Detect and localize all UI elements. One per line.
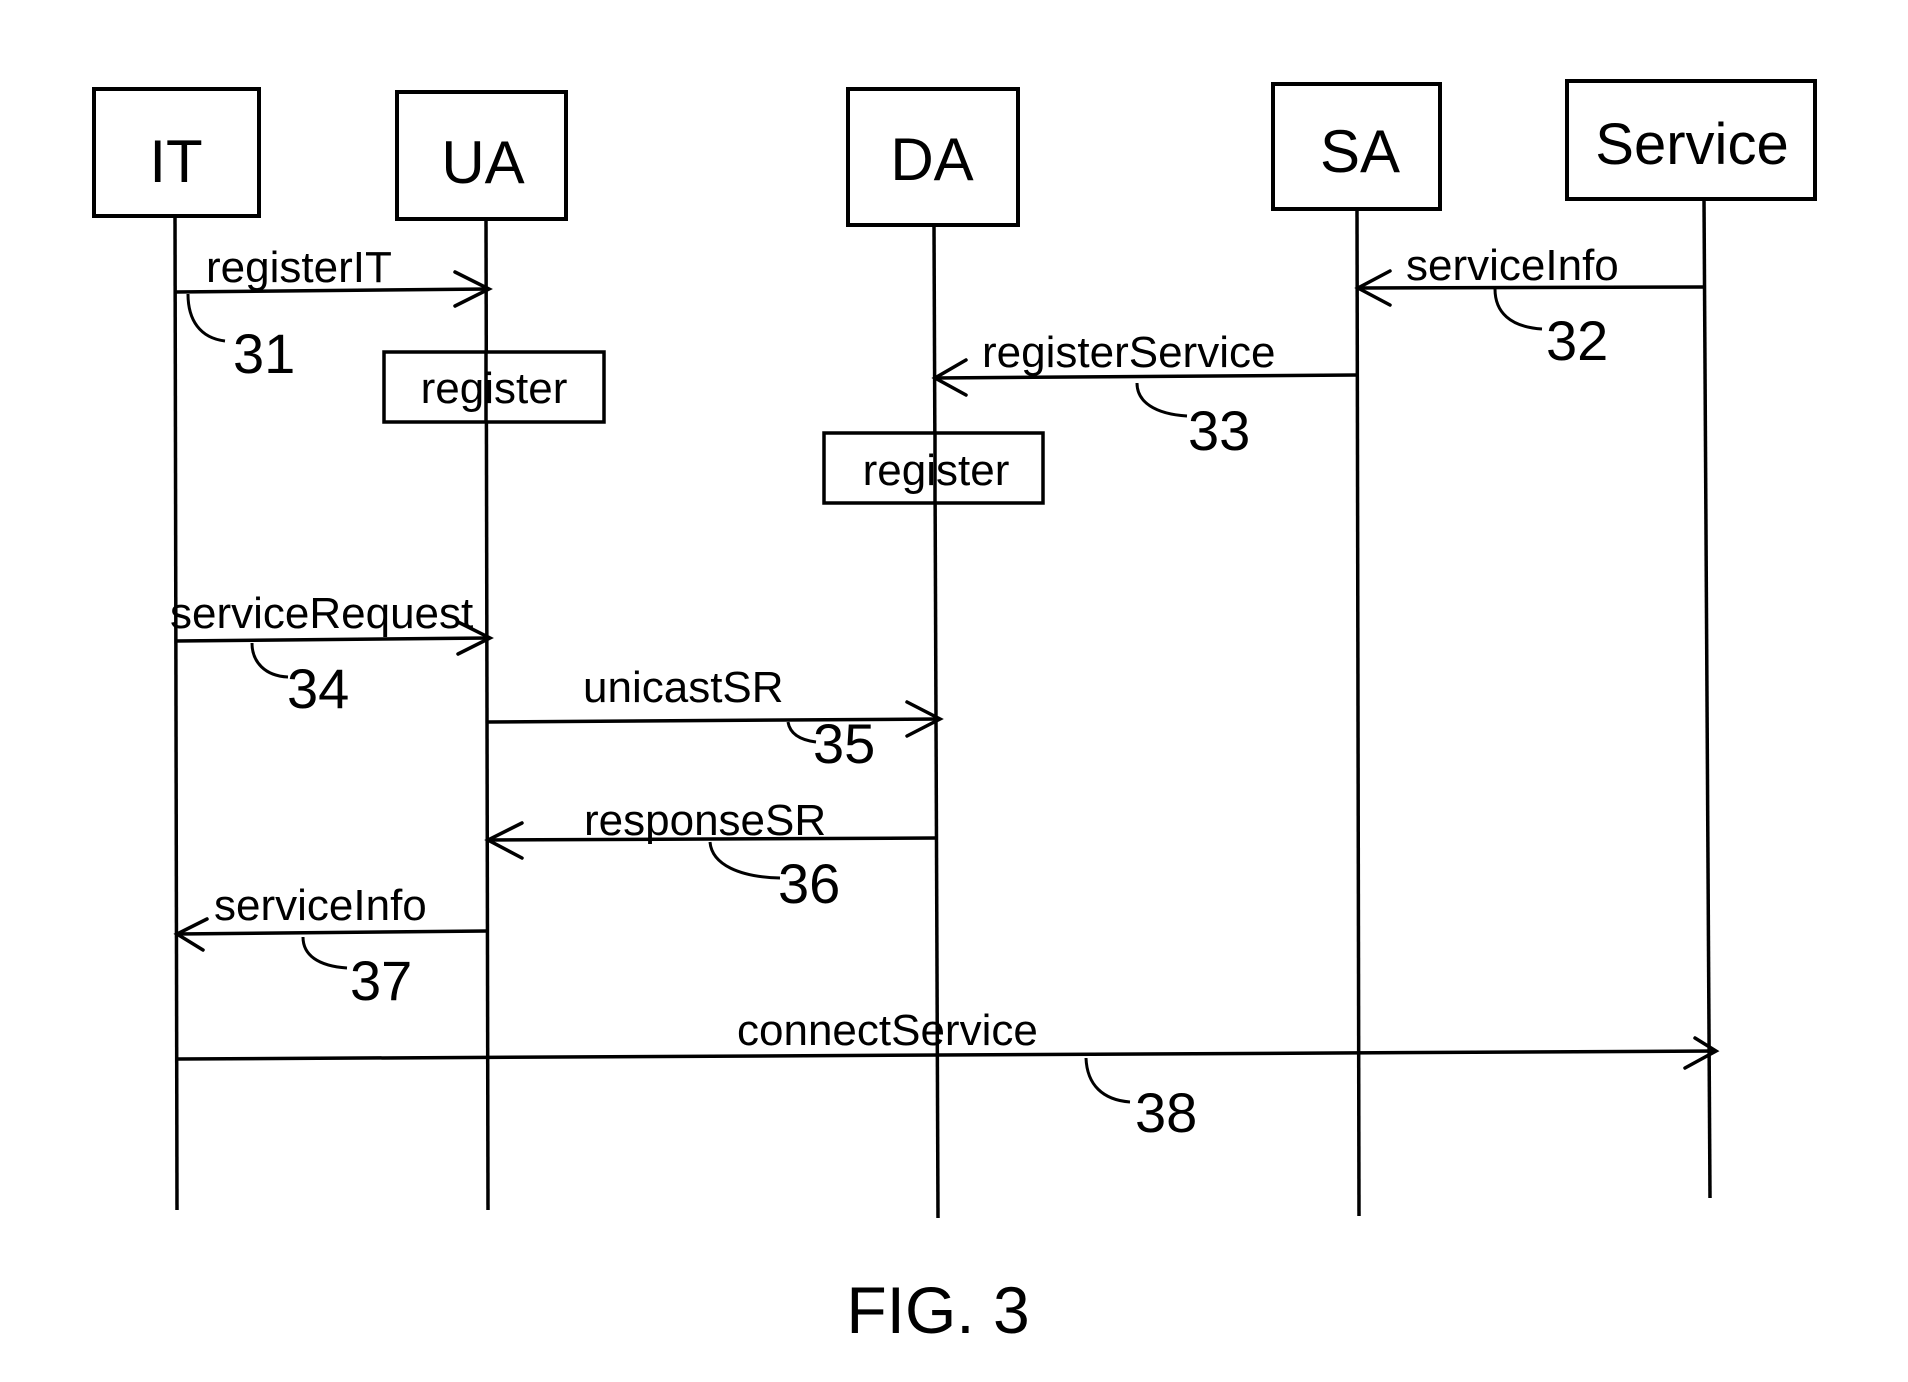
message-service-info-37: serviceInfo 37	[173, 881, 488, 1012]
actor-da: DA	[846, 87, 1020, 227]
message-label: registerIT	[206, 243, 392, 292]
reference-number: 31	[233, 322, 295, 385]
arrowhead-right-icon	[1683, 1036, 1720, 1070]
leader-line	[1135, 382, 1188, 418]
message-label: registerService	[982, 328, 1275, 377]
lifeline-sa	[1355, 208, 1361, 1217]
message-line	[174, 636, 491, 643]
message-connect-service: connectService 38	[176, 1006, 1720, 1144]
actor-ua-label: UA	[441, 129, 524, 196]
actor-sa: SA	[1271, 82, 1442, 211]
leader-line	[1493, 288, 1543, 331]
message-label: serviceInfo	[214, 881, 427, 930]
reference-number: 33	[1188, 399, 1250, 462]
leader-line	[301, 936, 348, 970]
message-label: connectService	[737, 1006, 1038, 1055]
note-da-register-label: register	[863, 446, 1010, 495]
message-label: responseSR	[584, 796, 826, 845]
actor-sa-label: SA	[1320, 118, 1400, 185]
message-unicast-sr: unicastSR 35	[486, 663, 944, 775]
note-da-register: register	[822, 431, 1045, 505]
actor-da-label: DA	[890, 126, 973, 193]
message-service-info-32: serviceInfo 32	[1354, 241, 1705, 372]
message-label: serviceInfo	[1406, 241, 1619, 290]
message-response-sr: responseSR 36	[484, 796, 938, 915]
leader-line	[250, 642, 289, 679]
reference-number: 36	[778, 852, 840, 915]
reference-number: 38	[1135, 1081, 1197, 1144]
leader-line	[1084, 1057, 1131, 1104]
actor-it-label: IT	[149, 128, 202, 195]
reference-number: 35	[813, 712, 875, 775]
actor-ua: UA	[395, 90, 568, 221]
actor-it: IT	[92, 87, 261, 218]
actor-service-label: Service	[1595, 112, 1788, 177]
lifeline-it	[173, 215, 179, 1211]
figure-caption: FIG. 3	[846, 1273, 1029, 1347]
leader-line	[786, 721, 817, 744]
leader-line	[708, 841, 781, 880]
reference-number: 37	[350, 949, 412, 1012]
message-service-request: serviceRequest 34	[170, 589, 494, 720]
message-label: serviceRequest	[170, 589, 473, 638]
leader-line	[186, 293, 226, 343]
message-line	[176, 929, 488, 936]
message-label: unicastSR	[583, 663, 784, 712]
note-ua-register-label: register	[421, 364, 568, 413]
actor-service: Service	[1565, 79, 1817, 201]
reference-number: 32	[1546, 309, 1608, 372]
reference-number: 34	[287, 657, 349, 720]
note-ua-register: register	[382, 350, 606, 424]
sequence-diagram: IT UA DA SA Service register register re…	[92, 79, 1817, 1347]
